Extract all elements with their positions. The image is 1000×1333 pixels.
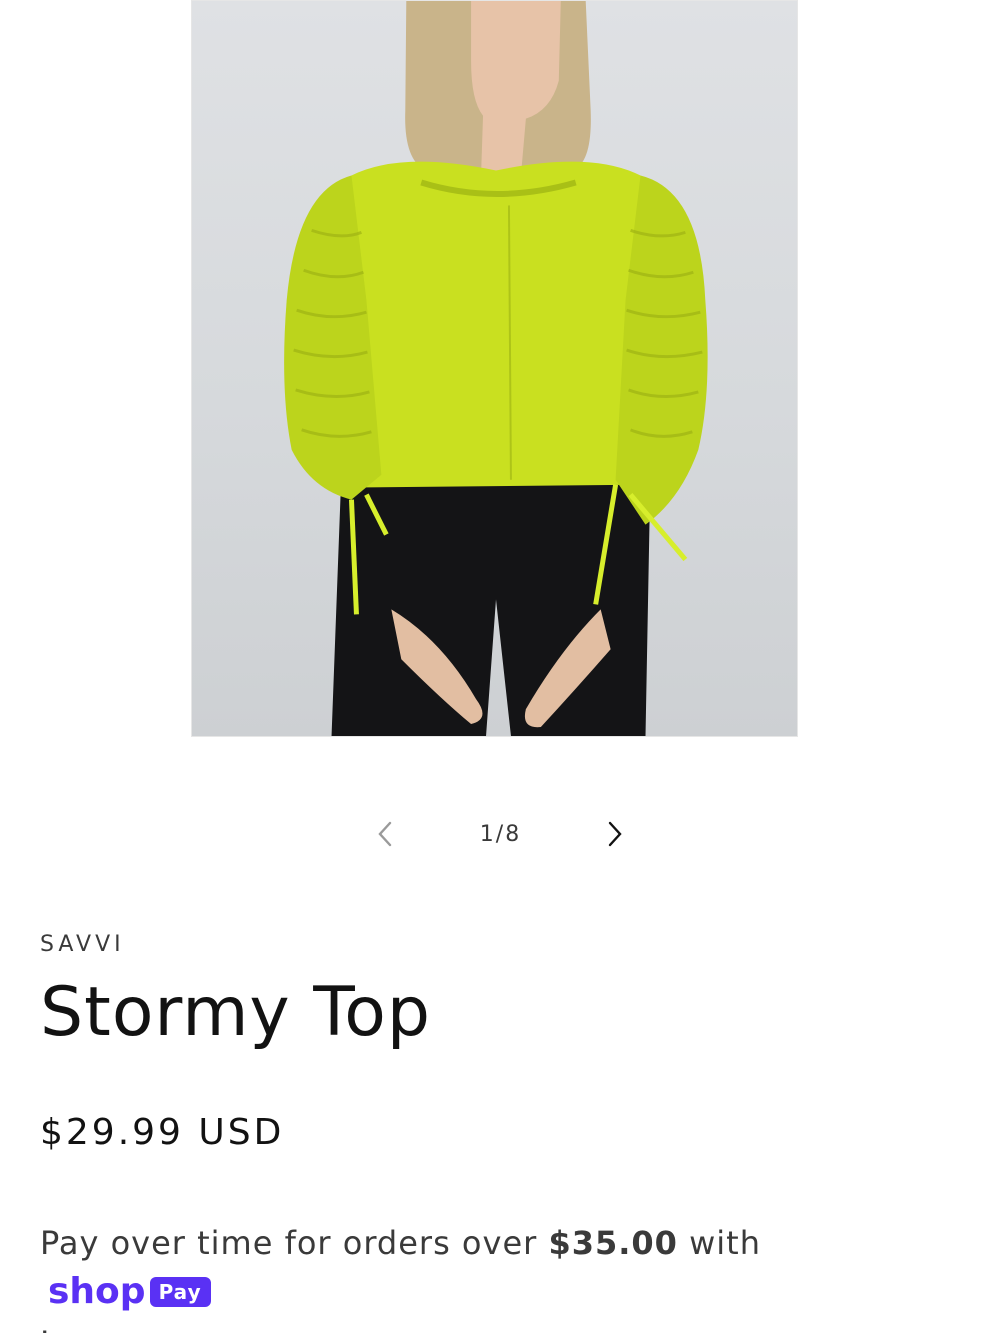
- learn-more-link[interactable]: Learn more: [40, 1318, 233, 1333]
- product-price: $29.99 USD: [40, 1112, 285, 1153]
- shop-pay-logo: shop Pay: [48, 1274, 211, 1310]
- product-title: Stormy Top: [40, 973, 432, 1052]
- slider-next-button[interactable]: [590, 804, 640, 864]
- product-page: 1 / 8 SAVVI Stormy Top $29.99 USD Pay ov…: [0, 0, 1000, 1333]
- shop-pay-installments-banner: Pay over time for orders over $35.00 wit…: [40, 1218, 940, 1333]
- chevron-right-icon: [608, 821, 622, 847]
- chevron-left-icon: [378, 821, 392, 847]
- shop-pay-logo-shop: shop: [48, 1271, 146, 1312]
- installments-threshold-amount: $35.00: [548, 1224, 678, 1262]
- slide-counter: 1 / 8: [480, 822, 520, 847]
- slide-separator: /: [495, 821, 505, 847]
- product-photo-illustration: [284, 1, 708, 736]
- slide-total: 8: [505, 821, 521, 847]
- shop-pay-logo-pay: Pay: [149, 1277, 211, 1307]
- slide-current: 1: [479, 821, 495, 847]
- installments-text-before: Pay over time for orders over: [40, 1224, 549, 1262]
- installments-text-after: with: [677, 1224, 761, 1262]
- slider-controls: 1 / 8: [360, 804, 640, 864]
- product-vendor: SAVVI: [40, 932, 125, 957]
- slider-prev-button[interactable]: [360, 804, 410, 864]
- product-image[interactable]: [191, 0, 798, 737]
